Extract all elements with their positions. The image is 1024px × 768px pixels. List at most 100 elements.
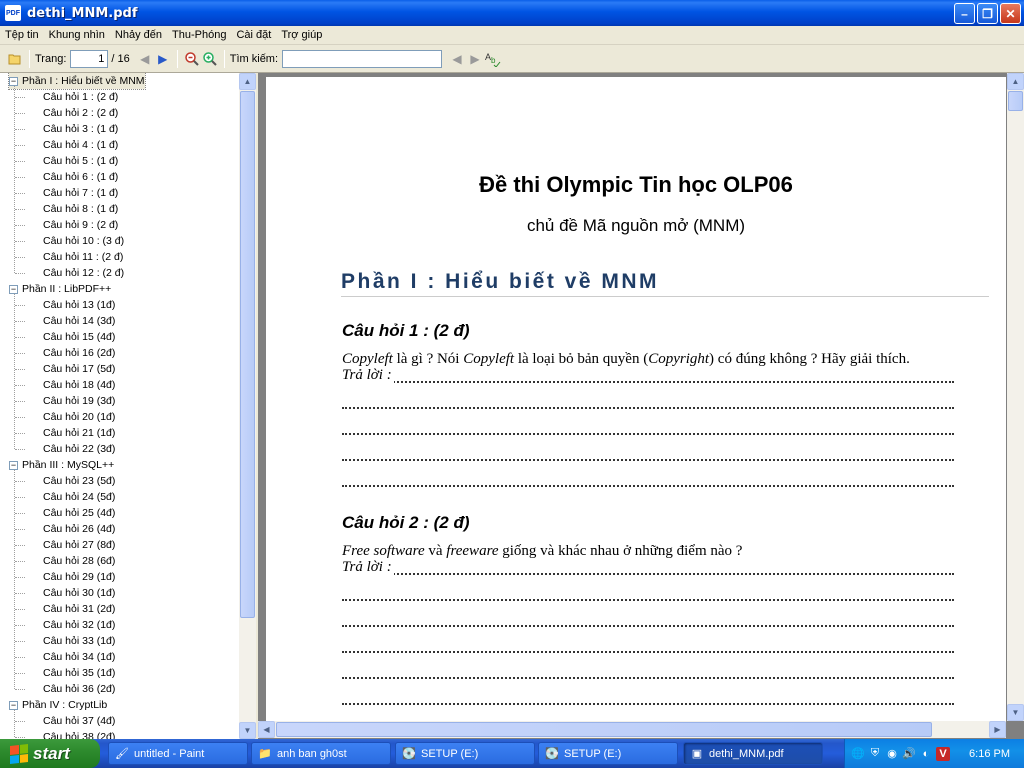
outline-item[interactable]: Câu hỏi 20 (1đ) [43, 409, 115, 425]
outline-item[interactable]: Câu hỏi 28 (6đ) [43, 553, 115, 569]
menu-view[interactable]: Khung nhìn [44, 29, 110, 41]
menu-zoom[interactable]: Thu-Phóng [167, 29, 231, 41]
collapse-icon[interactable]: − [9, 76, 18, 86]
menu-settings[interactable]: Cài đặt [231, 29, 276, 41]
collapse-icon[interactable]: − [9, 284, 18, 294]
collapse-icon[interactable]: − [9, 700, 18, 710]
outline-item[interactable]: Câu hỏi 37 (4đ) [43, 713, 115, 729]
scroll-left-icon[interactable]: ◀ [258, 721, 275, 738]
outline-item[interactable]: Câu hỏi 25 (4đ) [43, 505, 115, 521]
outline-item[interactable]: Câu hỏi 2 : (2 đ) [43, 105, 118, 121]
svg-text:b: b [491, 56, 496, 65]
vietkey-icon[interactable]: V [936, 746, 950, 761]
outline-item[interactable]: Câu hỏi 32 (1đ) [43, 617, 115, 633]
match-case-icon[interactable]: Ab [484, 50, 502, 68]
zoom-out-icon[interactable] [183, 50, 201, 68]
prev-page-icon[interactable]: ◀ [136, 50, 154, 68]
volume-icon[interactable]: 🔊 [902, 747, 916, 761]
outline-part-4[interactable]: − Phần IV : CryptLib [9, 697, 107, 713]
outline-item[interactable]: Câu hỏi 5 : (1 đ) [43, 153, 118, 169]
outline-item[interactable]: Câu hỏi 21 (1đ) [43, 425, 115, 441]
sidebar-scrollbar[interactable]: ▲ ▼ [239, 73, 256, 739]
pdf-page: Đề thi Olympic Tin học OLP06 chủ đề Mã n… [266, 77, 1006, 721]
outline-item[interactable]: Câu hỏi 17 (5đ) [43, 361, 115, 377]
outline-part-3[interactable]: − Phần III : MySQL++ [9, 457, 114, 473]
outline-item[interactable]: Câu hỏi 33 (1đ) [43, 633, 115, 649]
media-icon[interactable]: ◐ [919, 747, 933, 761]
taskbar-button[interactable]: 💽 SETUP (E:) [395, 742, 535, 765]
taskbar-button-label: dethi_MNM.pdf [709, 747, 784, 760]
page-total: / 16 [111, 53, 130, 65]
search-next-icon[interactable]: ▶ [466, 50, 484, 68]
outline-item[interactable]: Câu hỏi 15 (4đ) [43, 329, 115, 345]
outline-item[interactable]: Câu hỏi 9 : (2 đ) [43, 217, 118, 233]
outline-item[interactable]: Câu hỏi 36 (2đ) [43, 681, 115, 697]
close-button[interactable]: ✕ [1000, 3, 1021, 24]
horizontal-scroll-thumb[interactable] [276, 722, 932, 737]
outline-item[interactable]: Câu hỏi 3 : (1 đ) [43, 121, 118, 137]
network-icon[interactable]: 🌐 [851, 747, 865, 761]
outline-item[interactable]: Câu hỏi 38 (2đ) [43, 729, 115, 739]
menu-file[interactable]: Tệp tin [0, 29, 44, 41]
outline-item[interactable]: Câu hỏi 11 : (2 đ) [43, 249, 123, 265]
search-prev-icon[interactable]: ◀ [448, 50, 466, 68]
scroll-up-icon[interactable]: ▲ [239, 73, 256, 90]
start-button[interactable]: start [0, 739, 100, 768]
outline-part-2[interactable]: − Phần II : LibPDF++ [9, 281, 111, 297]
clock: 6:16 PM [969, 747, 1010, 760]
open-folder-icon[interactable] [6, 50, 24, 68]
zoom-in-icon[interactable] [201, 50, 219, 68]
taskbar-button-label: anh ban gh0st [277, 747, 347, 760]
outline-item[interactable]: Câu hỏi 31 (2đ) [43, 601, 115, 617]
scroll-right-icon[interactable]: ▶ [989, 721, 1006, 738]
outline-item[interactable]: Câu hỏi 35 (1đ) [43, 665, 115, 681]
pdf-icon: ▣ [691, 748, 703, 760]
maximize-button[interactable]: ❐ [977, 3, 998, 24]
outline-item[interactable]: Câu hỏi 13 (1đ) [43, 297, 115, 313]
outline-item[interactable]: Câu hỏi 22 (3đ) [43, 441, 115, 457]
antivirus-icon[interactable]: ◉ [885, 747, 899, 761]
menu-goto[interactable]: Nhảy đến [110, 29, 167, 41]
scroll-down-icon[interactable]: ▼ [239, 722, 256, 739]
outline-item[interactable]: Câu hỏi 4 : (1 đ) [43, 137, 118, 153]
outline-item[interactable]: Câu hỏi 12 : (2 đ) [43, 265, 124, 281]
title-bar[interactable]: PDF dethi_MNM.pdf – ❐ ✕ [0, 0, 1024, 26]
shield-icon[interactable]: ⛨ [868, 747, 882, 761]
taskbar-button[interactable]: 📁 anh ban gh0st [251, 742, 391, 765]
page-number-input[interactable]: 1 [70, 50, 109, 68]
scroll-down-icon[interactable]: ▼ [1007, 704, 1024, 721]
outline-item[interactable]: Câu hỏi 30 (1đ) [43, 585, 115, 601]
scroll-up-icon[interactable]: ▲ [1007, 73, 1024, 90]
outline-item[interactable]: Câu hỏi 8 : (1 đ) [43, 201, 118, 217]
outline-item[interactable]: Câu hỏi 18 (4đ) [43, 377, 115, 393]
outline-item[interactable]: Câu hỏi 7 : (1 đ) [43, 185, 118, 201]
taskbar-button[interactable]: 💽 SETUP (E:) [538, 742, 678, 765]
outline-item[interactable]: Câu hỏi 19 (3đ) [43, 393, 115, 409]
search-label: Tìm kiếm: [229, 53, 279, 65]
outline-item[interactable]: Câu hỏi 23 (5đ) [43, 473, 115, 489]
outline-item[interactable]: Câu hỏi 24 (5đ) [43, 489, 115, 505]
outline-item[interactable]: Câu hỏi 6 : (1 đ) [43, 169, 118, 185]
outline-item[interactable]: Câu hỏi 26 (4đ) [43, 521, 115, 537]
search-input[interactable] [282, 50, 443, 68]
taskbar-button[interactable]: ▣ dethi_MNM.pdf [683, 742, 823, 765]
minimize-button[interactable]: – [954, 3, 975, 24]
outline-item[interactable]: Câu hỏi 1 : (2 đ) [43, 89, 118, 105]
outline-item[interactable]: Câu hỏi 16 (2đ) [43, 345, 115, 361]
sidebar-scroll-thumb[interactable] [240, 91, 255, 618]
outline-item[interactable]: Câu hỏi 14 (3đ) [43, 313, 115, 329]
collapse-icon[interactable]: − [9, 460, 18, 470]
taskbar-button[interactable]: 🖌 untitled - Paint [108, 742, 248, 765]
outline-item[interactable]: Câu hỏi 34 (1đ) [43, 649, 115, 665]
document-scrollbar[interactable]: ▲ ▼ [1007, 73, 1024, 721]
outline-part-1[interactable]: − Phần I : Hiểu biết về MNM [8, 73, 146, 90]
document-view: Đề thi Olympic Tin học OLP06 chủ đề Mã n… [258, 73, 1024, 739]
next-page-icon[interactable]: ▶ [154, 50, 172, 68]
outline-item[interactable]: Câu hỏi 10 : (3 đ) [43, 233, 124, 249]
document-scroll-thumb[interactable] [1008, 91, 1023, 111]
outline-part-label: Phần II : LibPDF++ [22, 283, 112, 295]
menu-help[interactable]: Trợ giúp [276, 29, 327, 41]
outline-item[interactable]: Câu hỏi 27 (8đ) [43, 537, 115, 553]
outline-item[interactable]: Câu hỏi 29 (1đ) [43, 569, 115, 585]
horizontal-scrollbar[interactable]: ◀ ▶ [258, 721, 1006, 738]
